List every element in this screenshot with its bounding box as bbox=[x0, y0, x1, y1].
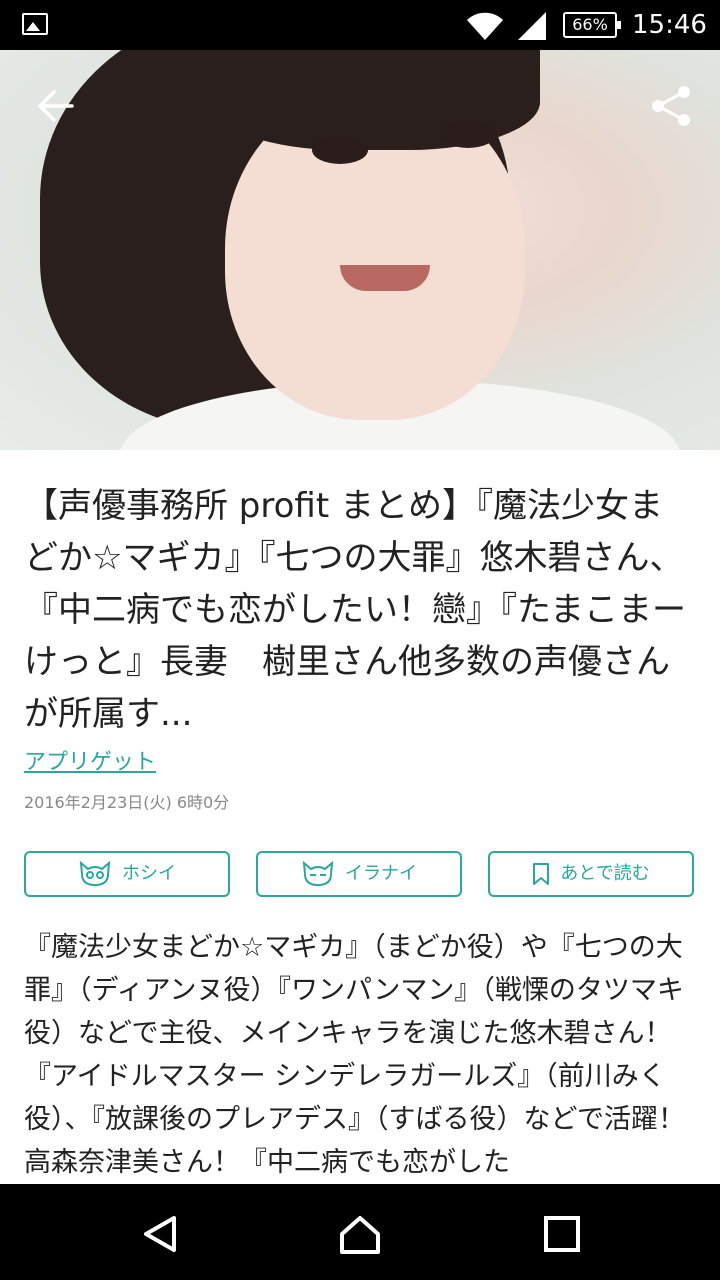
nav-home-button[interactable] bbox=[338, 1212, 382, 1256]
square-recents-icon bbox=[544, 1216, 580, 1252]
read-later-label: あとで読む bbox=[560, 863, 650, 884]
read-later-button[interactable]: あとで読む bbox=[488, 851, 694, 897]
navigation-bar bbox=[0, 1184, 720, 1280]
dont-want-button[interactable]: イラナイ bbox=[256, 851, 462, 897]
hero-image bbox=[0, 50, 720, 450]
cat-face-icon bbox=[302, 860, 334, 887]
battery-indicator: 66% bbox=[563, 12, 621, 38]
nav-recents-button[interactable] bbox=[540, 1212, 584, 1256]
status-bar: 66% 15:46 bbox=[0, 0, 720, 50]
hero-eye-left bbox=[312, 136, 368, 164]
hero-mouth bbox=[340, 265, 430, 291]
dont-want-label: イラナイ bbox=[345, 863, 417, 884]
published-date: 2016年2月23日(火) 6時0分 bbox=[24, 793, 230, 812]
nav-back-button[interactable] bbox=[138, 1212, 182, 1256]
clock: 15:46 bbox=[632, 10, 707, 40]
hero-eye-right bbox=[440, 120, 496, 148]
share-button[interactable] bbox=[648, 82, 696, 130]
article-body: 『魔法少女まどか☆マギカ』（まどか役）や『七つの大罪』（ディアンヌ役）『ワンパン… bbox=[24, 932, 685, 1178]
home-icon bbox=[340, 1216, 380, 1254]
action-bar: ホシイ イラナイ あとで読む bbox=[24, 851, 696, 899]
image-notification-icon bbox=[22, 13, 48, 35]
triangle-back-icon bbox=[144, 1216, 176, 1252]
want-button[interactable]: ホシイ bbox=[24, 851, 230, 897]
back-button[interactable] bbox=[32, 82, 80, 130]
signal-icon bbox=[518, 12, 546, 40]
source-link[interactable]: アプリゲット bbox=[24, 748, 156, 778]
arrow-left-icon bbox=[38, 90, 74, 122]
bookmark-icon bbox=[533, 863, 550, 885]
wifi-icon bbox=[467, 12, 503, 40]
share-icon bbox=[652, 86, 690, 126]
article-title: 【声優事務所 profit まとめ】『魔法少女まどか☆マギカ』『七つの大罪』悠木… bbox=[24, 486, 686, 734]
cat-face-icon bbox=[79, 860, 111, 887]
want-label: ホシイ bbox=[122, 863, 176, 884]
